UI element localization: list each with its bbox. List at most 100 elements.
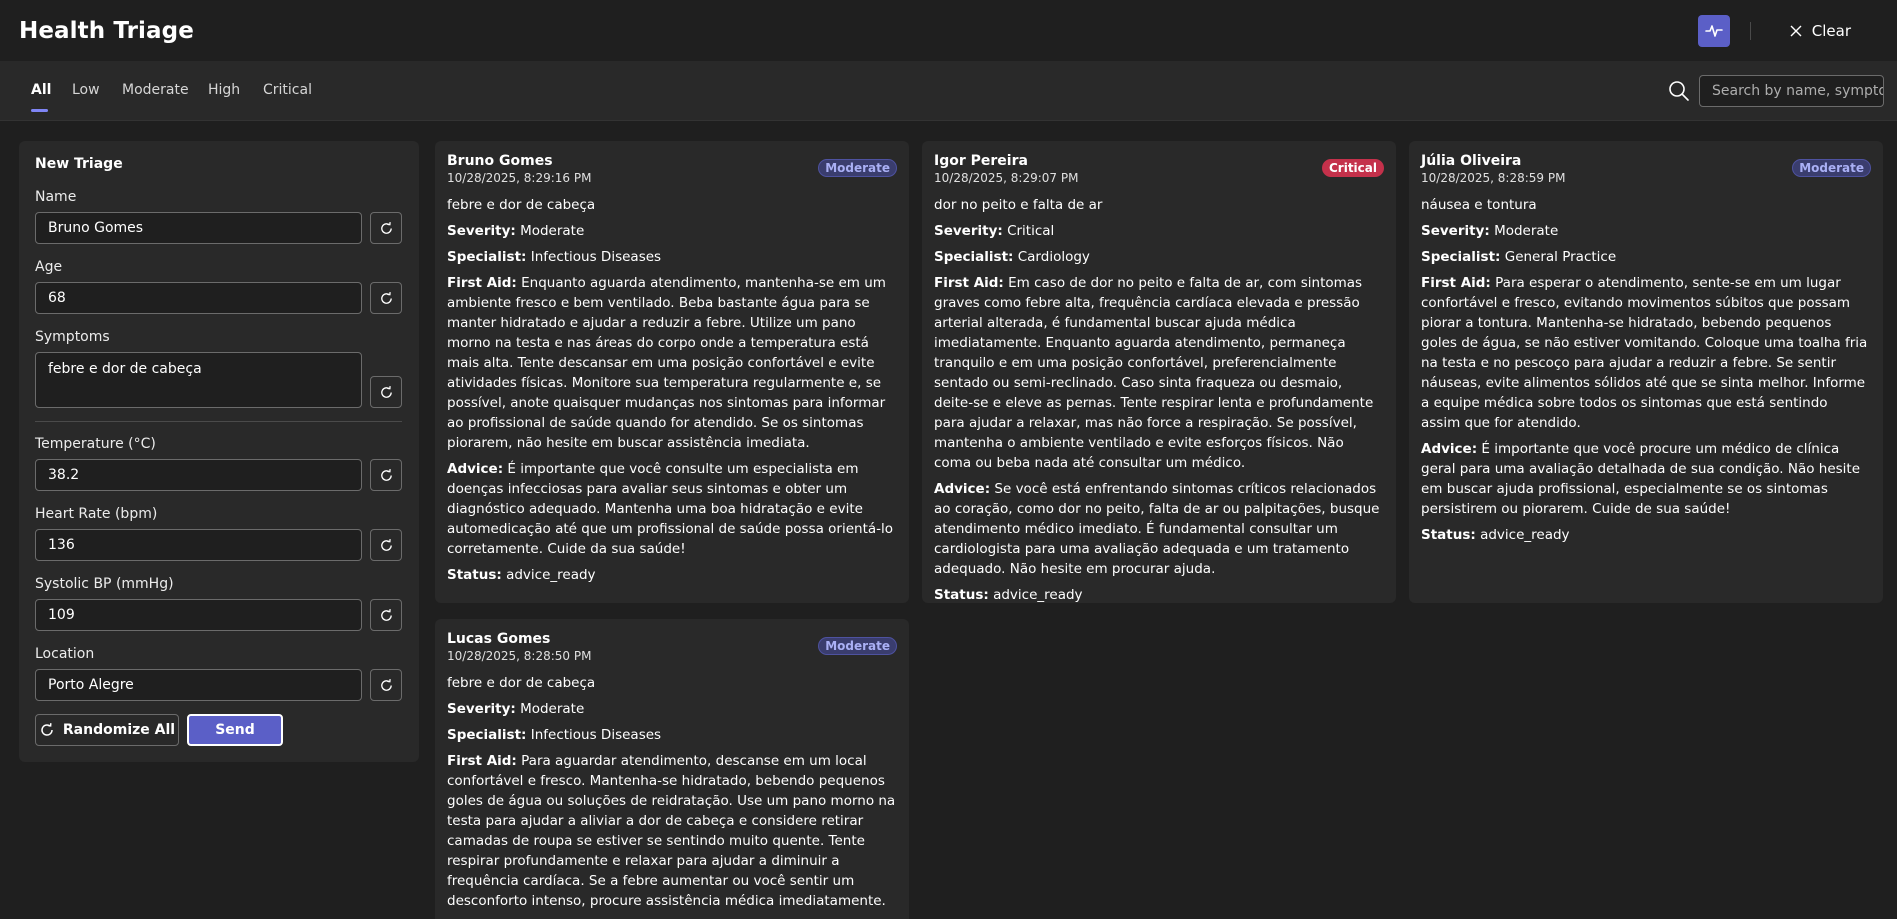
first-aid-row: First Aid: Enquanto aguarda atendimento,… bbox=[447, 273, 897, 453]
advice-text: Se você está enfrentando sintomas crític… bbox=[934, 481, 1380, 577]
randomize-symptoms-button[interactable] bbox=[370, 376, 402, 408]
specialist-key: Specialist: bbox=[934, 249, 1014, 265]
severity-value: Moderate bbox=[520, 223, 585, 239]
age-label: Age bbox=[35, 259, 63, 275]
randomize-name-button[interactable] bbox=[370, 212, 402, 244]
symptoms-text: febre e dor de cabeça bbox=[447, 675, 596, 691]
new-triage-panel: New Triage Name Bruno Gomes Age 68 Sympt… bbox=[19, 141, 419, 762]
triage-card: Igor Pereira 10/28/2025, 8:29:07 PM Crit… bbox=[922, 141, 1396, 603]
randomize-all-label: Randomize All bbox=[62, 722, 176, 738]
specialist-key: Specialist: bbox=[447, 249, 527, 265]
form-divider bbox=[35, 421, 402, 422]
first-aid-text: Para esperar o atendimento, sente-se em … bbox=[1421, 275, 1868, 431]
status-value: advice_ready bbox=[1480, 527, 1570, 543]
specialist-value: Cardiology bbox=[1017, 249, 1090, 265]
severity-value: Moderate bbox=[1494, 223, 1559, 239]
tab-moderate[interactable]: Moderate bbox=[122, 82, 189, 98]
first-aid-text: Enquanto aguarda atendimento, mantenha-s… bbox=[447, 275, 886, 451]
specialist-row: Specialist: Infectious Diseases bbox=[447, 725, 897, 745]
severity-badge: Moderate bbox=[818, 637, 897, 655]
randomize-bp-button[interactable] bbox=[370, 599, 402, 631]
location-field[interactable]: Porto Alegre bbox=[35, 669, 362, 701]
status-key: Status: bbox=[447, 567, 502, 583]
clear-button[interactable]: Clear bbox=[1789, 22, 1851, 40]
severity-key: Severity: bbox=[1421, 223, 1490, 239]
specialist-key: Specialist: bbox=[1421, 249, 1501, 265]
symptoms-text: dor no peito e falta de ar bbox=[934, 197, 1103, 213]
search-input[interactable]: Search by name, symptom bbox=[1699, 75, 1884, 107]
randomize-location-button[interactable] bbox=[370, 669, 402, 701]
first-aid-row: First Aid: Em caso de dor no peito e fal… bbox=[934, 273, 1384, 473]
advice-text: É importante que você procure um médico … bbox=[1421, 441, 1861, 517]
status-row: Status: advice_ready bbox=[1421, 525, 1871, 545]
severity-badge: Moderate bbox=[1792, 159, 1871, 177]
specialist-key: Specialist: bbox=[447, 727, 527, 743]
severity-badge: Critical bbox=[1321, 159, 1384, 177]
tab-critical[interactable]: Critical bbox=[263, 82, 312, 98]
header-actions: Clear bbox=[1697, 0, 1897, 61]
advice-key: Advice: bbox=[1421, 441, 1478, 457]
triage-card: Bruno Gomes 10/28/2025, 8:29:16 PM Moder… bbox=[435, 141, 909, 603]
randomize-temperature-button[interactable] bbox=[370, 459, 402, 491]
triage-card: Júlia Oliveira 10/28/2025, 8:28:59 PM Mo… bbox=[1409, 141, 1883, 603]
specialist-value: Infectious Diseases bbox=[530, 249, 662, 265]
status-value: advice_ready bbox=[506, 567, 596, 583]
specialist-row: Specialist: Cardiology bbox=[934, 247, 1384, 267]
location-label: Location bbox=[35, 646, 95, 662]
refresh-icon bbox=[380, 608, 392, 621]
systolic-bp-field[interactable]: 109 bbox=[35, 599, 362, 631]
first-aid-text: Para aguardar atendimento, descanse em u… bbox=[447, 753, 896, 909]
severity-badge: Moderate bbox=[818, 159, 897, 177]
app-title: Health Triage bbox=[19, 17, 194, 44]
pulse-icon bbox=[1704, 24, 1723, 37]
active-tab-indicator bbox=[31, 109, 48, 112]
name-label: Name bbox=[35, 189, 77, 205]
first-aid-row: First Aid: Para esperar o atendimento, s… bbox=[1421, 273, 1871, 433]
refresh-icon bbox=[380, 385, 392, 398]
status-key: Status: bbox=[934, 587, 989, 603]
randomize-heart-rate-button[interactable] bbox=[370, 529, 402, 561]
refresh-icon bbox=[380, 538, 392, 551]
tab-high[interactable]: High bbox=[208, 82, 240, 98]
refresh-icon bbox=[380, 221, 392, 234]
first-aid-text: Em caso de dor no peito e falta de ar, c… bbox=[934, 275, 1374, 471]
advice-row: Advice: É importante que você consulte u… bbox=[447, 459, 897, 559]
age-field[interactable]: 68 bbox=[35, 282, 362, 314]
advice-key: Advice: bbox=[934, 481, 991, 497]
specialist-row: Specialist: General Practice bbox=[1421, 247, 1871, 267]
severity-row: Severity: Moderate bbox=[1421, 221, 1871, 241]
tab-low[interactable]: Low bbox=[72, 82, 100, 98]
symptoms-text: febre e dor de cabeça bbox=[447, 197, 596, 213]
refresh-icon bbox=[41, 723, 53, 736]
randomize-all-button[interactable]: Randomize All bbox=[35, 714, 179, 746]
advice-row: Advice: É importante que você procure um… bbox=[1421, 439, 1871, 519]
send-button[interactable]: Send bbox=[187, 714, 283, 746]
close-icon bbox=[1790, 25, 1802, 36]
search-icon[interactable] bbox=[1668, 80, 1690, 102]
first-aid-key: First Aid: bbox=[447, 753, 517, 769]
severity-row: Severity: Moderate bbox=[447, 699, 897, 719]
refresh-icon bbox=[380, 291, 392, 304]
name-field[interactable]: Bruno Gomes bbox=[35, 212, 362, 244]
status-value: advice_ready bbox=[993, 587, 1083, 603]
heart-rate-field[interactable]: 136 bbox=[35, 529, 362, 561]
severity-key: Severity: bbox=[447, 223, 516, 239]
tab-all[interactable]: All bbox=[31, 82, 51, 98]
systolic-bp-label: Systolic BP (mmHg) bbox=[35, 576, 174, 592]
advice-row: Advice: Se você está enfrentando sintoma… bbox=[934, 479, 1384, 579]
status-row: Status: advice_ready bbox=[934, 585, 1384, 605]
temperature-field[interactable]: 38.2 bbox=[35, 459, 362, 491]
severity-value: Critical bbox=[1007, 223, 1055, 239]
first-aid-key: First Aid: bbox=[934, 275, 1004, 291]
symptoms-field[interactable]: febre e dor de cabeça bbox=[35, 352, 362, 408]
severity-row: Severity: Critical bbox=[934, 221, 1384, 241]
randomize-age-button[interactable] bbox=[370, 282, 402, 314]
symptoms-label: Symptoms bbox=[35, 329, 110, 345]
clear-label: Clear bbox=[1811, 21, 1851, 40]
temperature-label: Temperature (°C) bbox=[35, 436, 156, 452]
app-header: Health Triage Clear bbox=[0, 0, 1897, 61]
header-divider bbox=[1749, 21, 1751, 40]
severity-key: Severity: bbox=[934, 223, 1003, 239]
activity-button[interactable] bbox=[1697, 14, 1730, 47]
form-title: New Triage bbox=[35, 156, 123, 172]
